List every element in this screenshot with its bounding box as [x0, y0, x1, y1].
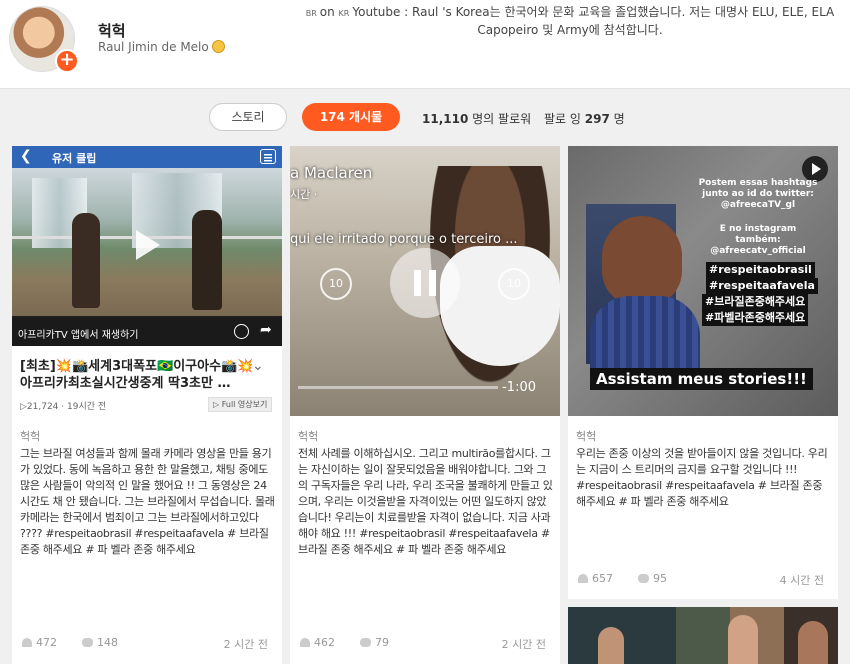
- profile-header: + 헉헉 Raul Jimin de Melo BR on KR Youtube :…: [0, 0, 850, 88]
- post-time: 2 시간 전: [501, 638, 546, 651]
- play-icon: [812, 163, 821, 175]
- post-author[interactable]: 헉헉: [576, 428, 596, 444]
- person-shirt: [590, 296, 700, 376]
- story-overlay-mid: E no instagram também: @afreecatv_offici…: [710, 224, 806, 256]
- post-time: 2 시간 전: [223, 638, 268, 651]
- bio-text: Youtube : Raul 's Korea는 한국어와 문화 교육을 졸업했…: [352, 5, 835, 37]
- video-overlay-meta: 시간 ·: [290, 188, 318, 201]
- post-footer: 462 79 2 시간 전: [290, 636, 560, 656]
- post-media-video[interactable]: a Maclaren 시간 · qui ele irritado porque …: [290, 146, 560, 416]
- progress-bar[interactable]: [298, 386, 498, 389]
- post-footer: 657 95 4 시간 전: [568, 572, 838, 592]
- post-footer: 472 148 2 시간 전: [12, 636, 282, 656]
- post-caption: 우리는 존중 이상의 것을 받아들이지 않을 것입니다. 우리는 지금이 스 트…: [576, 447, 828, 508]
- person-face: [602, 216, 682, 306]
- person-figure: [798, 621, 828, 664]
- story-banner: Assistam meus stories!!!: [590, 368, 813, 390]
- skip-forward-icon[interactable]: 10: [498, 268, 530, 300]
- post-author[interactable]: 헉헉: [20, 428, 40, 444]
- clip-meta: ▷21,724 · 19시간 전: [20, 402, 107, 412]
- video-overlay-text: qui ele irritado porque o terceiro ...: [290, 232, 518, 247]
- like-count[interactable]: 462: [300, 636, 335, 649]
- menu-icon[interactable]: [260, 149, 276, 164]
- play-icon[interactable]: [136, 230, 160, 260]
- add-icon[interactable]: +: [55, 49, 79, 73]
- pause-button[interactable]: [390, 248, 460, 318]
- clip-topbar-title: 유저 클립: [52, 152, 97, 165]
- share-icon[interactable]: ➦: [260, 322, 272, 338]
- comment-icon: [638, 574, 649, 583]
- hashtag-label: #respeitaobrasil: [706, 262, 815, 278]
- like-count[interactable]: 472: [22, 636, 57, 649]
- tab-posts[interactable]: 174 개시물: [302, 103, 400, 131]
- post-card[interactable]: Postem essas hashtags junto ao id do twi…: [568, 146, 838, 599]
- post-author[interactable]: 헉헉: [298, 428, 318, 444]
- following-stat[interactable]: 팔로 잉 297 명: [544, 110, 625, 127]
- video-overlay-title: a Maclaren: [290, 164, 373, 182]
- post-card[interactable]: ❮ 유저 클립 아프리카TV 앱에서 재생하기 ➦ [최초]💥📸세계3대폭포🇧🇷…: [12, 146, 282, 664]
- profile-name: 헉헉: [98, 22, 126, 40]
- hashtag-label: #파벨라존중해주세요: [702, 310, 809, 326]
- heart-icon: [300, 638, 310, 647]
- comment-icon: [360, 638, 371, 647]
- profile-subname: Raul Jimin de Melo: [98, 40, 225, 54]
- skip-back-icon[interactable]: 10: [320, 268, 352, 300]
- post-media-story[interactable]: Postem essas hashtags junto ao id do twi…: [568, 146, 838, 416]
- pause-icon: [414, 270, 421, 296]
- post-media-clip[interactable]: ❮ 유저 클립 아프리카TV 앱에서 재생하기 ➦: [12, 146, 282, 346]
- post-card[interactable]: [568, 607, 838, 664]
- time-remaining: -1:00: [502, 380, 536, 395]
- hashtag-label: #브라질존중해주세요: [702, 294, 809, 310]
- tab-story[interactable]: 스토리: [209, 103, 287, 131]
- full-video-button[interactable]: ▷ Full 영상보기: [208, 397, 273, 412]
- like-count[interactable]: 657: [578, 572, 613, 585]
- smile-emoji-icon: [211, 40, 225, 53]
- post-caption: 전체 사례를 이해하십시오. 그리고 multirão를합시다. 그는 자신이하…: [298, 447, 553, 556]
- post-time: 4 시간 전: [779, 574, 824, 587]
- comment-icon: [82, 638, 93, 647]
- back-icon[interactable]: ❮: [20, 148, 32, 164]
- face-mask: [440, 246, 560, 366]
- clock-icon[interactable]: [234, 324, 249, 339]
- comment-count[interactable]: 95: [638, 572, 667, 585]
- clip-bottombar: 아프리카TV 앱에서 재생하기 ➦: [12, 318, 282, 346]
- play-in-app-link[interactable]: 아프리카TV 앱에서 재생하기: [18, 326, 139, 341]
- heart-icon: [22, 638, 32, 647]
- flag-br-label: BR: [305, 9, 317, 18]
- heart-icon: [578, 574, 588, 583]
- story-overlay-top: Postem essas hashtags junto ao id do twi…: [698, 178, 818, 210]
- clip-title[interactable]: [최초]💥📸세계3대폭포🇧🇷이구아수📸💥아프리카최초실시간생중계 딱3초만 …: [20, 358, 260, 392]
- followers-stat[interactable]: 11,110 명의 팔로워: [422, 110, 531, 127]
- chevron-down-icon[interactable]: ⌄: [252, 358, 264, 374]
- post-card[interactable]: a Maclaren 시간 · qui ele irritado porque …: [290, 146, 560, 664]
- clip-topbar: ❮ 유저 클립: [12, 146, 282, 168]
- hashtag-label: #respeitaafavela: [706, 278, 818, 294]
- person-figure: [72, 213, 100, 308]
- profile-bio: BR on KR Youtube : Raul 's Korea는 한국어와 문화 …: [305, 5, 835, 37]
- person-figure: [728, 615, 758, 664]
- flag-kr-label: KR: [338, 9, 350, 18]
- person-figure: [192, 210, 222, 310]
- person-figure: [598, 627, 624, 664]
- comment-count[interactable]: 79: [360, 636, 389, 649]
- post-media-image[interactable]: [568, 607, 838, 664]
- post-caption: 그는 브라질 여성들과 함께 몰래 카메라 영상을 만들 용기가 있었다. 동에…: [20, 447, 275, 556]
- comment-count[interactable]: 148: [82, 636, 118, 649]
